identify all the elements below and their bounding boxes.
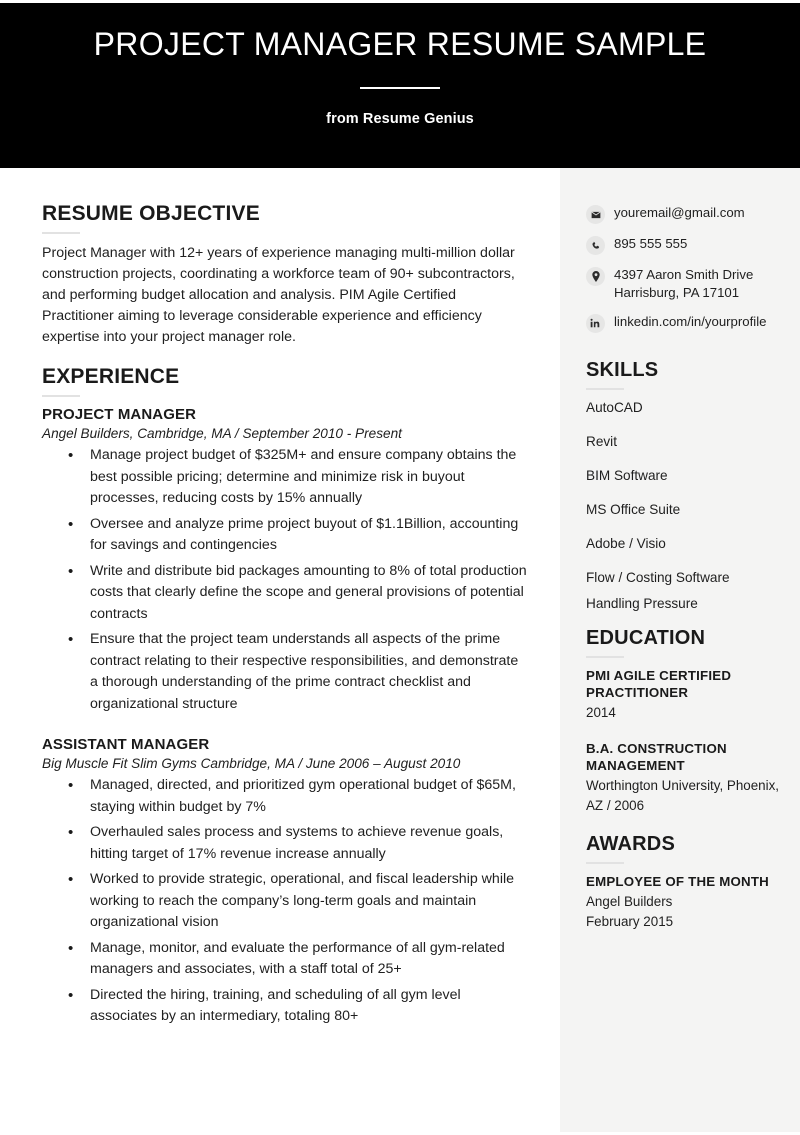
address-line-2: Harrisburg, PA 17101: [614, 285, 740, 300]
contact-row-linkedin[interactable]: linkedin.com/in/yourprofile: [586, 313, 790, 333]
experience-entry: ASSISTANT MANAGER Big Muscle Fit Slim Gy…: [42, 736, 530, 1028]
education-title: B.A. CONSTRUCTION MANAGEMENT: [586, 741, 727, 773]
section-education: EDUCATION PMI AGILE CERTIFIED PRACTITION…: [586, 627, 790, 816]
award-date: February 2015: [586, 914, 674, 929]
address-line-1: 4397 Aaron Smith Drive: [614, 267, 754, 282]
section-resume-objective: RESUME OBJECTIVE Project Manager with 12…: [42, 202, 530, 348]
contact-phone: 895 555 555: [614, 236, 688, 251]
section-skills: SKILLS AutoCAD Revit BIM Software MS Off…: [586, 359, 790, 613]
section-rule: [42, 232, 80, 235]
bullet-item: Write and distribute bid packages amount…: [42, 561, 530, 626]
header-subtitle: from Resume Genius: [326, 111, 474, 128]
education-entry: PMI AGILE CERTIFIED PRACTITIONER 2014: [586, 667, 790, 723]
section-experience: EXPERIENCE PROJECT MANAGER Angel Builder…: [42, 365, 530, 1028]
section-rule: [586, 388, 624, 390]
skill-item: Adobe / Visio: [586, 536, 666, 551]
section-rule: [586, 656, 624, 658]
objective-text: Project Manager with 12+ years of experi…: [42, 245, 515, 346]
header-divider: [360, 87, 440, 90]
contact-address: 4397 Aaron Smith Drive Harrisburg, PA 171…: [614, 266, 753, 302]
envelope-icon: [586, 205, 605, 224]
contact-linkedin: linkedin.com/in/yourprofile: [614, 314, 767, 329]
job-bullets: Manage project budget of $325M+ and ensu…: [42, 445, 530, 715]
education-title: PMI AGILE CERTIFIED PRACTITIONER: [586, 668, 732, 700]
contact-row-address[interactable]: 4397 Aaron Smith Drive Harrisburg, PA 171…: [586, 266, 790, 302]
main-column: RESUME OBJECTIVE Project Manager with 12…: [0, 168, 560, 1132]
education-sub: 2014: [586, 705, 616, 720]
section-heading-experience: EXPERIENCE: [42, 365, 180, 389]
award-title: EMPLOYEE OF THE MONTH: [586, 874, 769, 889]
skill-item: Revit: [586, 434, 617, 449]
bullet-item: Managed, directed, and prioritized gym o…: [42, 775, 530, 818]
section-heading-awards: AWARDS: [586, 833, 675, 855]
job-meta: Big Muscle Fit Slim Gyms Cambridge, MA /…: [42, 756, 461, 772]
skills-list: AutoCAD Revit BIM Software MS Office Sui…: [586, 399, 790, 613]
contact-row-email[interactable]: youremail@gmail.com: [586, 204, 790, 224]
resume-body: RESUME OBJECTIVE Project Manager with 12…: [0, 168, 800, 1132]
section-heading-education: EDUCATION: [586, 627, 706, 649]
job-bullets: Managed, directed, and prioritized gym o…: [42, 775, 530, 1028]
bullet-item: Manage, monitor, and evaluate the perfor…: [42, 938, 530, 981]
award-org: Angel Builders: [586, 894, 673, 909]
job-meta: Angel Builders, Cambridge, MA / Septembe…: [42, 426, 402, 442]
bullet-item: Worked to provide strategic, operational…: [42, 869, 530, 934]
education-sub: Worthington University, Phoenix, AZ / 20…: [586, 778, 780, 813]
section-heading-skills: SKILLS: [586, 359, 659, 381]
contact-email: youremail@gmail.com: [614, 205, 745, 220]
contact-info: youremail@gmail.com 895 555 555 4397 Aar…: [586, 204, 790, 333]
skill-item: Handling Pressure: [586, 596, 698, 611]
bullet-item: Ensure that the project team understands…: [42, 629, 530, 715]
skill-item: MS Office Suite: [586, 502, 681, 517]
job-title: ASSISTANT MANAGER: [42, 736, 210, 754]
sidebar-column: youremail@gmail.com 895 555 555 4397 Aar…: [560, 168, 800, 1132]
skill-item: BIM Software: [586, 468, 668, 483]
resume-header: PROJECT MANAGER RESUME SAMPLE from Resum…: [0, 3, 800, 168]
education-entry: B.A. CONSTRUCTION MANAGEMENT Worthington…: [586, 740, 790, 816]
job-title: PROJECT MANAGER: [42, 406, 197, 424]
contact-row-phone[interactable]: 895 555 555: [586, 235, 790, 255]
section-awards: AWARDS EMPLOYEE OF THE MONTH Angel Build…: [586, 833, 790, 932]
section-rule: [42, 395, 80, 398]
map-pin-icon: [586, 267, 605, 286]
award-entry: EMPLOYEE OF THE MONTH Angel Builders Feb…: [586, 873, 790, 932]
skill-item: AutoCAD: [586, 400, 643, 415]
bullet-item: Overhauled sales process and systems to …: [42, 822, 530, 865]
bullet-item: Directed the hiring, training, and sched…: [42, 985, 530, 1028]
experience-entry: PROJECT MANAGER Angel Builders, Cambridg…: [42, 406, 530, 715]
section-heading-objective: RESUME OBJECTIVE: [42, 202, 260, 225]
phone-icon: [586, 236, 605, 255]
section-rule: [586, 862, 624, 864]
skill-item: Flow / Costing Software: [586, 570, 730, 585]
linkedin-icon: [586, 314, 605, 333]
page-title: PROJECT MANAGER RESUME SAMPLE: [93, 26, 707, 62]
bullet-item: Oversee and analyze prime project buyout…: [42, 514, 530, 557]
bullet-item: Manage project budget of $325M+ and ensu…: [42, 445, 530, 510]
